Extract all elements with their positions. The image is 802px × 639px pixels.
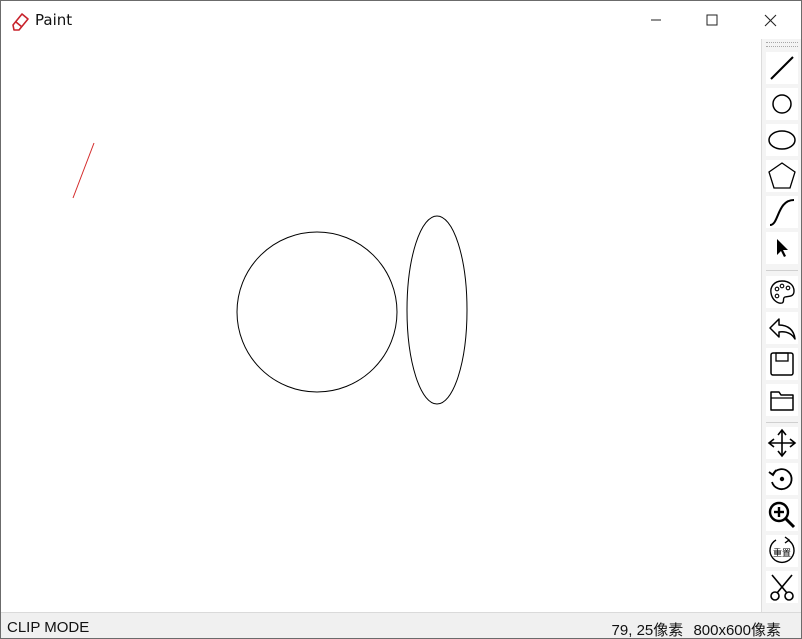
zoom-in-icon bbox=[768, 501, 796, 529]
tool-sidebar: 重置 bbox=[761, 39, 801, 612]
reset-icon: 重置 bbox=[769, 536, 795, 564]
select-tool-button[interactable] bbox=[766, 232, 798, 264]
canvas-size: 800x600像素 bbox=[693, 622, 781, 639]
circle-icon bbox=[772, 94, 792, 114]
undo-icon bbox=[769, 318, 796, 340]
line-tool-button[interactable] bbox=[766, 52, 798, 84]
color-button[interactable] bbox=[766, 276, 798, 308]
clip-button[interactable] bbox=[766, 571, 798, 603]
move-icon bbox=[767, 428, 797, 458]
status-bar: CLIP MODE 79, 25像素 800x600像素 bbox=[1, 612, 801, 639]
curve-icon bbox=[769, 199, 795, 226]
maximize-button[interactable] bbox=[685, 1, 739, 39]
toolbar-separator bbox=[766, 422, 798, 423]
rotate-icon bbox=[768, 468, 793, 491]
drawing-canvas[interactable] bbox=[1, 39, 761, 612]
palette-icon bbox=[770, 280, 795, 304]
save-icon bbox=[770, 352, 794, 376]
drawn-ellipse[interactable] bbox=[406, 215, 468, 405]
status-info: 79, 25像素 800x600像素 bbox=[606, 619, 781, 639]
rotate-button[interactable] bbox=[766, 463, 798, 495]
cursor-position: 79, 25像素 bbox=[611, 622, 684, 639]
toolbar-separator bbox=[766, 270, 798, 271]
reset-label: 重置 bbox=[773, 547, 791, 559]
status-mode: CLIP MODE bbox=[7, 619, 90, 636]
curve-tool-button[interactable] bbox=[766, 196, 798, 228]
line-icon bbox=[770, 56, 794, 80]
ellipse-icon bbox=[768, 130, 796, 150]
pencil-eraser-icon bbox=[10, 10, 32, 32]
folder-icon bbox=[770, 391, 794, 411]
maximize-icon bbox=[706, 14, 718, 26]
close-button[interactable] bbox=[743, 1, 797, 39]
window-title: Paint bbox=[35, 11, 73, 29]
zoom-button[interactable] bbox=[766, 499, 798, 531]
close-icon bbox=[764, 14, 776, 26]
scissors-icon bbox=[770, 574, 794, 601]
pentagon-icon bbox=[768, 162, 796, 189]
paint-window: Paint 重置 CLIP MODE 79, 25像素 800x600像素 bbox=[0, 0, 802, 639]
save-button[interactable] bbox=[766, 348, 798, 380]
polygon-tool-button[interactable] bbox=[766, 160, 798, 192]
minimize-icon bbox=[651, 19, 661, 21]
toolbar-grip[interactable] bbox=[766, 42, 798, 47]
drawn-circle[interactable] bbox=[236, 231, 398, 393]
move-button[interactable] bbox=[766, 427, 798, 459]
title-bar[interactable]: Paint bbox=[1, 1, 801, 39]
ellipse-tool-button[interactable] bbox=[766, 124, 798, 156]
cursor-icon bbox=[777, 239, 788, 257]
minimize-button[interactable] bbox=[629, 1, 683, 39]
drawn-line[interactable] bbox=[72, 142, 95, 199]
open-button[interactable] bbox=[766, 384, 798, 416]
reset-button[interactable]: 重置 bbox=[766, 535, 798, 567]
circle-tool-button[interactable] bbox=[766, 88, 798, 120]
undo-button[interactable] bbox=[766, 312, 798, 344]
